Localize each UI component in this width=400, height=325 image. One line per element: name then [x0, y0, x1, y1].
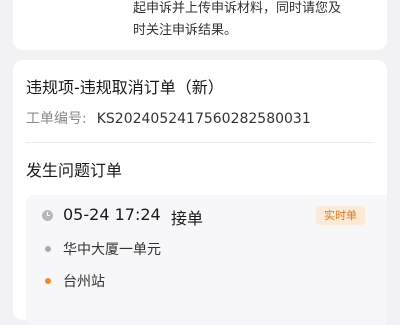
- violation-detail-card: 违规项-违规取消订单（新） 工单编号: KS2024052417560282580…: [13, 60, 387, 325]
- order-status: 接单: [171, 209, 204, 228]
- problem-order-section-title: 发生问题订单: [26, 161, 123, 180]
- appeal-notice-card: 起申诉并上传申诉材料，同时请您及 时关注申诉结果。: [13, 0, 387, 50]
- order-time: 05-24 17:24: [63, 205, 161, 224]
- appeal-notice-line-2: 时关注申诉结果。: [133, 23, 238, 38]
- end-address: 台州站: [63, 274, 105, 290]
- start-dot-icon: [45, 246, 51, 252]
- work-order-number-value: KS2024052417560282580031: [96, 111, 311, 127]
- appeal-notice-line-1: 起申诉并上传申诉材料，同时请您及: [133, 1, 342, 16]
- problem-order-card[interactable]: 05-24 17:24 接单 实时单 华中大厦一单元 台州站: [26, 195, 387, 325]
- work-order-number-row: 工单编号: KS2024052417560282580031: [26, 108, 311, 128]
- clock-icon: [42, 210, 53, 221]
- end-dot-icon: [45, 278, 51, 284]
- start-address: 华中大厦一单元: [63, 242, 161, 258]
- realtime-order-badge: 实时单: [316, 206, 365, 225]
- work-order-number-label: 工单编号:: [26, 111, 87, 127]
- section-divider: [26, 142, 374, 143]
- violation-title: 违规项-违规取消订单（新）: [26, 78, 224, 97]
